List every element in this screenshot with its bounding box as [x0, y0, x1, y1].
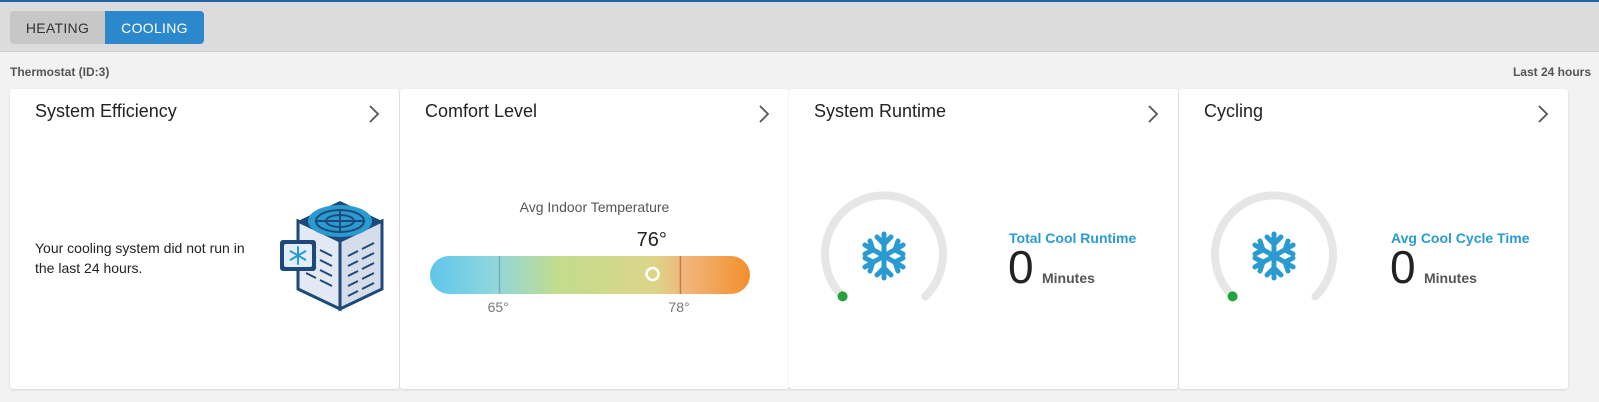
chevron-right-icon[interactable]: [365, 103, 383, 125]
card-title: System Runtime: [814, 101, 947, 121]
comfort-level-card[interactable]: Comfort Level Avg Indoor Temperature 76°…: [400, 89, 789, 389]
avg-cool-cycle-time-value: 0: [1390, 241, 1416, 293]
total-cool-runtime-value: 0: [1008, 241, 1034, 293]
high-threshold-label: 78°: [668, 299, 690, 315]
tab-heating[interactable]: HEATING: [10, 11, 105, 44]
efficiency-message: Your cooling system did not run in the l…: [35, 240, 245, 276]
runtime-gauge: [821, 191, 947, 302]
time-range-label: Last 24 hours: [1512, 65, 1591, 79]
cycle-time-unit: Minutes: [1424, 270, 1477, 286]
card-title: Comfort Level: [425, 101, 538, 121]
mode-tab-bar: HEATING COOLING: [0, 2, 1599, 52]
tab-cooling[interactable]: COOLING: [105, 11, 204, 44]
runtime-unit: Minutes: [1042, 270, 1095, 286]
device-label: Thermostat (ID:3): [10, 65, 110, 79]
snowflake-icon: [1252, 231, 1296, 281]
avg-temp-value: 76°: [636, 229, 667, 251]
temp-gradient-bar: [430, 256, 750, 294]
gauge-status-dot: [1227, 291, 1238, 302]
card-title: System Efficiency: [35, 101, 177, 121]
system-efficiency-card[interactable]: System Efficiency Your cooling system di…: [10, 89, 399, 389]
card-title: Cycling: [1204, 101, 1264, 121]
chevron-right-icon[interactable]: [1144, 103, 1162, 125]
gauge-status-dot: [837, 291, 848, 302]
cycling-card[interactable]: Cycling Avg Cool Cycle Time 0 Minutes: [1179, 89, 1568, 389]
chevron-right-icon[interactable]: [1534, 103, 1552, 125]
chevron-right-icon[interactable]: [755, 103, 773, 125]
snowflake-icon: [862, 231, 906, 281]
avg-indoor-temp-label: Avg Indoor Temperature: [519, 199, 670, 215]
ac-unit-icon: [280, 201, 384, 312]
cycling-gauge: [1211, 191, 1337, 302]
low-threshold-label: 65°: [487, 299, 509, 315]
system-runtime-card[interactable]: System Runtime Total Cool Runtime 0 Minu…: [789, 89, 1178, 389]
temperature-range-bar: [430, 256, 750, 294]
